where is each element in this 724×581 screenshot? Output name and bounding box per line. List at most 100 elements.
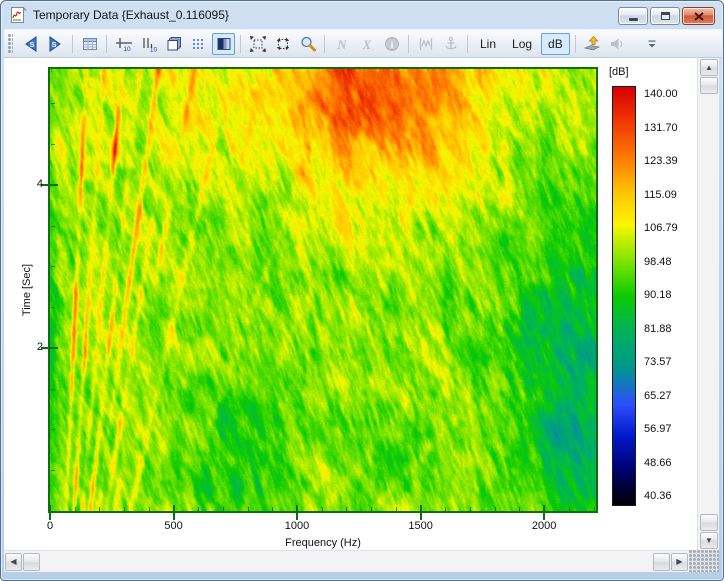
minimize-button[interactable] [618,7,648,25]
audio-play-button [606,33,629,55]
x-tick-label: 1000 [285,520,309,532]
toolbar-separator [106,35,107,53]
vscroll-extra-button[interactable] [700,514,718,531]
colorbar [612,86,636,506]
toolbar-separator [72,35,73,53]
x-tick-label: 0 [47,520,53,532]
resize-grip[interactable] [689,550,719,572]
spectrogram-canvas[interactable] [50,69,596,511]
lin-scale-button[interactable]: Lin [473,33,503,55]
x-major-tick-inner [420,505,422,511]
y-minor-tick [51,103,55,104]
trace-view-button[interactable] [187,33,210,55]
colorbar-tick-label: 48.66 [644,457,694,469]
y-minor-tick [51,307,55,308]
x-tick-label: 2000 [532,520,556,532]
close-icon [694,12,704,21]
toolbar-separator [240,35,241,53]
zoom-in-icon [274,35,292,53]
minimize-icon [629,18,638,21]
x-tick-label: 1500 [408,520,432,532]
play-back-s-icon: S [21,35,40,53]
y-axis-title: Time [Sec] [21,264,33,316]
zoom-out-icon [249,35,267,53]
horizontal-scrollbar[interactable]: ◀ ▶ [4,550,689,572]
x-minor-tick [495,507,496,511]
h-cursor-10-icon: 10 [115,35,133,53]
x-tool-button: X [355,33,378,55]
x-minor-tick [470,507,471,511]
x-minor-tick [149,507,150,511]
close-button[interactable] [682,7,715,25]
x-minor-tick [99,507,100,511]
colorbar-tick-label: 40.36 [644,490,694,502]
x-axis-title: Frequency (Hz) [285,537,361,549]
zoom-in-button[interactable] [271,33,294,55]
x-minor-tick [272,507,273,511]
colorbar-unit-label: [dB] [609,66,629,78]
v-cursor-10-icon: 10 [140,35,158,53]
title-bar[interactable]: Temporary Data {Exhaust_0.116095} [1,1,723,29]
vertical-scroll-thumb[interactable] [700,77,718,94]
x-major-tick [173,513,175,520]
scroll-left-button[interactable]: ◀ [5,553,22,571]
toolbar-grip[interactable] [8,34,13,54]
x-minor-tick [75,507,76,511]
y-minor-tick [51,266,55,267]
toolbar-separator [324,35,325,53]
waterfall-view-button[interactable] [162,33,185,55]
x-minor-tick [569,507,570,511]
zoom-out-button[interactable] [246,33,269,55]
plot-frame [48,67,598,513]
peak-marker-icon [417,35,435,53]
y-tick-label: 4 [22,178,43,190]
x-minor-tick [346,507,347,511]
colorbar-tick-label: 65.27 [644,390,694,402]
stacked-icon [165,35,183,53]
hscroll-extra-button[interactable] [653,553,670,571]
step-forward-button[interactable]: S [44,33,67,55]
x-major-tick-inner [173,505,175,511]
export-icon [583,35,601,53]
step-back-button[interactable]: S [19,33,42,55]
toolbar-overflow-button[interactable] [644,35,660,53]
x-minor-tick [198,507,199,511]
letter-n-icon: N [333,35,351,53]
db-scale-button[interactable]: dB [541,33,570,55]
colorbar-tick-label: 140.00 [644,88,694,100]
speaker-icon [608,35,626,53]
info-button: i [380,33,403,55]
colorbar-tick-label: 106.79 [644,222,694,234]
colorbar-tick-label: 81.88 [644,323,694,335]
vertical-scrollbar[interactable]: ▲ ▼ [697,58,719,550]
toolbar-separator [467,35,468,53]
x-major-tick [420,513,422,520]
data-table-button[interactable] [78,33,101,55]
info-icon: i [383,35,401,53]
svg-text:X: X [361,37,371,52]
zoom-box-button[interactable] [296,33,319,55]
magnifier-icon [299,35,317,53]
colorbar-tick-label: 73.57 [644,356,694,368]
harmonic-cursor-button[interactable]: 10 [112,33,135,55]
play-forward-s-icon: S [46,35,65,53]
svg-text:N: N [336,37,347,52]
colormap-view-button[interactable] [212,33,235,55]
scroll-right-button[interactable]: ▶ [671,553,688,571]
x-major-tick-inner [49,505,51,511]
window-icon[interactable] [10,7,27,23]
n-tool-button: N [330,33,353,55]
svg-text:10: 10 [149,46,157,53]
colorbar-tick-label: 56.97 [644,423,694,435]
y-minor-tick [51,429,55,430]
scroll-down-button[interactable]: ▼ [700,532,718,549]
colorbar-tick-label: 123.39 [644,155,694,167]
horizontal-scroll-thumb[interactable] [23,553,40,571]
log-scale-button[interactable]: Log [505,33,539,55]
svg-text:S: S [29,40,34,49]
restore-button[interactable] [650,7,680,25]
export-button[interactable] [581,33,604,55]
svg-text:S: S [51,40,56,49]
sideband-cursor-button[interactable]: 10 [137,33,160,55]
scroll-up-button[interactable]: ▲ [700,59,718,76]
